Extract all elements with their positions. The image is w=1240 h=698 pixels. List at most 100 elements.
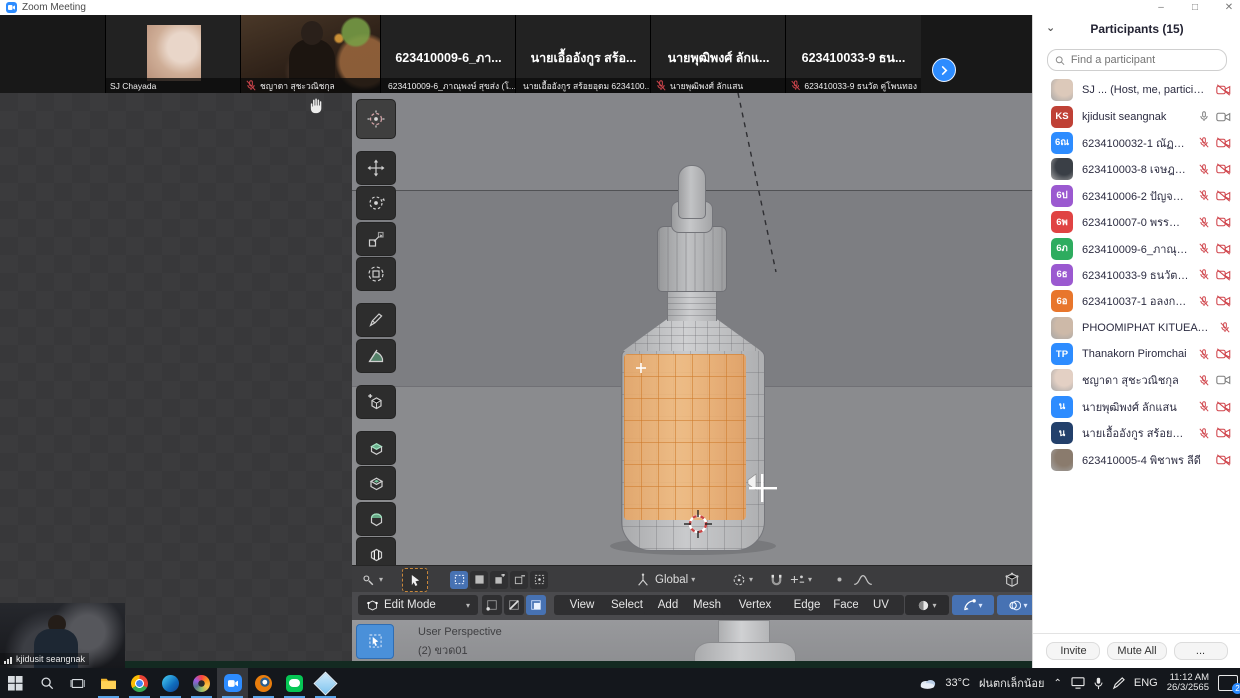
participant-row[interactable]: 623410003-8 เจษฎาพร แสงสีงาม	[1033, 156, 1240, 182]
mic-icon	[655, 79, 667, 92]
participant-row[interactable]: 623410005-4 พิชาพร ลีดี	[1033, 446, 1240, 472]
taskbar-color-wheel-icon[interactable]	[186, 668, 217, 698]
taskbar-photos-icon[interactable]	[310, 668, 341, 698]
participant-row[interactable]: 6อ623410037-1 อลงกรณ์ ประดิษฐวงษ์	[1033, 288, 1240, 314]
video-tile[interactable]: นายเอื้ออังกูร สร้อ...นายเอื้ออังกูร สร้…	[515, 15, 651, 93]
participant-row[interactable]: 6ภ623410009-6_ภาณุพงษ์ สุขส่ง (โอม)	[1033, 235, 1240, 261]
participant-row[interactable]: ชญาดา สุชะวณิชกุล	[1033, 367, 1240, 393]
participant-row[interactable]: นนายเอื้ออังกูร สร้อยอุดม 623410059-1	[1033, 420, 1240, 446]
menu-uv[interactable]: UV	[858, 595, 904, 615]
select-mode-add[interactable]	[490, 571, 508, 589]
tool-settings-icon[interactable]: ▾	[360, 570, 383, 589]
mute-all-button[interactable]: Mute All	[1107, 642, 1166, 660]
taskbar-chrome-icon[interactable]	[124, 668, 155, 698]
taskbar-search-icon[interactable]	[31, 668, 62, 698]
tool-annotate[interactable]	[356, 303, 396, 337]
video-tile[interactable]: 623410033-9 ธน...623410033-9 ธนวัต คู่โพ…	[785, 15, 921, 93]
collapse-chevron-icon[interactable]: ⌄	[1046, 21, 1055, 34]
participant-row[interactable]: 6ธ623410033-9 ธนวัต คู่โพนทอง	[1033, 262, 1240, 288]
participant-name: SJ ... (Host, me, participant ID: 142733…	[1082, 84, 1207, 96]
participant-row[interactable]: 6ป623410006-2 ปัญจพล อ่อนโคทา	[1033, 183, 1240, 209]
gizmo-toggle-button[interactable]: ▾	[952, 595, 994, 615]
participant-name: 623410007-0 พรรณนิกา ผลเจริญ	[1082, 213, 1189, 231]
falloff-curve-icon[interactable]	[852, 570, 874, 589]
tray-temperature[interactable]: 33°C	[945, 677, 970, 689]
video-tile[interactable]: 623410009-6_ภา...623410009-6_ภาณุพงษ์ สุ…	[380, 15, 516, 93]
tool-bevel[interactable]	[356, 502, 396, 536]
participant-row[interactable]: PHOOMIPHAT KITUEAWIRIYA	[1033, 315, 1240, 341]
notification-center-icon[interactable]: 2	[1218, 675, 1238, 691]
tool-measure[interactable]	[356, 339, 396, 373]
edge-select-toggle[interactable]	[504, 595, 524, 615]
taskbar-zoom-icon[interactable]	[217, 668, 248, 698]
tile-name-label: SJ Chayada	[106, 78, 241, 93]
mode-dropdown[interactable]: Edit Mode ▾	[358, 595, 478, 615]
self-video-overlay[interactable]: kjidusit seangnak	[0, 603, 125, 668]
display-icon[interactable]	[1071, 677, 1085, 689]
participant-silhouette	[289, 39, 335, 79]
next-page-button[interactable]	[932, 58, 956, 82]
video-tile[interactable]: SJ Chayada	[105, 15, 241, 93]
snap-target-dropdown[interactable]: ▾	[790, 570, 812, 589]
tool-tweak[interactable]	[356, 99, 396, 139]
select-mode-new[interactable]	[470, 571, 488, 589]
video-tile[interactable]: ชญาดา สุชะวณิชกุล	[240, 15, 381, 93]
taskbar-blender-icon[interactable]	[248, 668, 279, 698]
more-options-button[interactable]: ...	[1174, 642, 1228, 660]
active-tool-button[interactable]	[402, 568, 428, 592]
tool-add-cube[interactable]	[356, 385, 396, 419]
tray-expand-chevron[interactable]: ⌃	[1054, 678, 1062, 689]
vertex-select-toggle[interactable]	[482, 595, 502, 615]
mesh-edit-icon[interactable]	[1004, 570, 1020, 589]
participant-row[interactable]: 6ณ6234100032-1 ณัฏฐา ซ้อนสลี	[1033, 130, 1240, 156]
tool-extrude-region[interactable]	[356, 431, 396, 465]
pivot-point-dropdown[interactable]: ▾	[732, 570, 753, 589]
tool-inset-faces[interactable]	[356, 466, 396, 500]
taskbar-line-icon[interactable]	[279, 668, 310, 698]
snap-magnet-icon[interactable]	[770, 570, 783, 589]
face-select-toggle[interactable]	[526, 595, 546, 615]
tool-scale[interactable]	[356, 222, 396, 256]
taskbar-task-view-icon[interactable]	[62, 668, 93, 698]
tray-language[interactable]: ENG	[1134, 677, 1158, 689]
maximize-button[interactable]: □	[1188, 1, 1202, 14]
select-mode-subtract[interactable]	[510, 571, 528, 589]
transform-orientation-dropdown[interactable]: Global ▾	[636, 570, 695, 589]
taskbar-file-explorer-icon[interactable]	[93, 668, 124, 698]
tool-transform[interactable]	[356, 257, 396, 291]
strip-active-tool-button[interactable]	[356, 624, 394, 659]
select-mode-intersect[interactable]	[530, 571, 548, 589]
camera-icon	[1216, 454, 1231, 466]
close-button[interactable]: ✕	[1222, 1, 1236, 14]
taskbar-start-icon[interactable]	[0, 668, 31, 698]
tray-weather-text[interactable]: ฝนตกเล็กน้อย	[979, 674, 1045, 692]
proportional-editing-icon[interactable]	[834, 570, 845, 589]
participants-list: SJ ... (Host, me, participant ID: 142733…	[1033, 75, 1240, 633]
participant-row[interactable]: KSkjidusit seangnak	[1033, 103, 1240, 129]
participant-row[interactable]: 6พ623410007-0 พรรณนิกา ผลเจริญ	[1033, 209, 1240, 235]
tool-loop-cut[interactable]	[356, 537, 396, 565]
tool-move[interactable]	[356, 151, 396, 185]
shading-dropdown[interactable]: ▾	[905, 595, 949, 615]
invite-button[interactable]: Invite	[1046, 642, 1100, 660]
taskbar-edge-icon[interactable]	[155, 668, 186, 698]
tile-name-label: นายพุฒิพงศ์ ลักแสน	[651, 78, 786, 93]
participant-row[interactable]: นนายพุฒิพงศ์ ลักแสน	[1033, 394, 1240, 420]
pen-icon[interactable]	[1112, 677, 1125, 690]
tool-rotate[interactable]	[356, 186, 396, 220]
participant-row[interactable]: SJ ... (Host, me, participant ID: 142733…	[1033, 77, 1240, 103]
blender-3d-viewport[interactable]	[352, 93, 1032, 565]
participant-search[interactable]	[1047, 49, 1227, 71]
minimize-button[interactable]: –	[1154, 1, 1168, 14]
tray-clock[interactable]: 11:12 AM 26/3/2565	[1167, 673, 1209, 693]
menu-vertex[interactable]: Vertex	[722, 595, 788, 615]
participant-status-icons	[1198, 242, 1231, 255]
search-input[interactable]	[1069, 53, 1219, 67]
avatar: KS	[1051, 106, 1073, 128]
video-tile[interactable]: นายพุฒิพงศ์ ลักแ...นายพุฒิพงศ์ ลักแสน	[650, 15, 786, 93]
participant-row[interactable]: TPThanakorn Piromchai	[1033, 341, 1240, 367]
select-mode-tweak[interactable]	[450, 571, 468, 589]
tray-mic-icon[interactable]	[1094, 677, 1103, 690]
chevron-right-icon	[940, 66, 949, 75]
blender-second-viewport[interactable]: User Perspective (2) ขวด01	[352, 620, 1032, 661]
